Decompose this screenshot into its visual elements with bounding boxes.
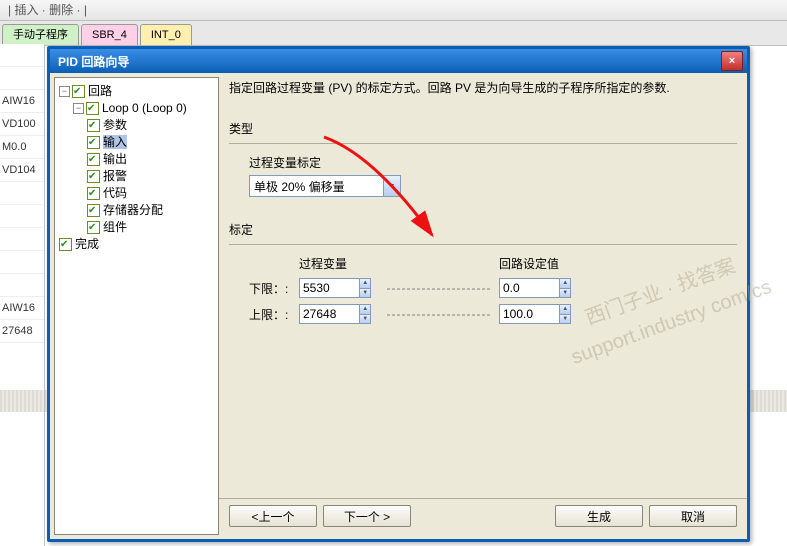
app-toolbar: | 插入 · 删除 · | — [0, 0, 787, 21]
tree-done[interactable]: 完成 — [59, 236, 214, 252]
col-sp: 回路设定值 — [499, 255, 579, 272]
tree-loop0[interactable]: −Loop 0 (Loop 0) 参数 输入 输出 报警 代码 存储器分配 组件 — [73, 100, 214, 235]
dash: --------------------- — [379, 281, 499, 295]
col-pv: 过程变量 — [299, 255, 379, 272]
tab-int0[interactable]: INT_0 — [140, 24, 192, 45]
tree-item-code[interactable]: 代码 — [87, 185, 214, 201]
tree-root-loop[interactable]: −回路 −Loop 0 (Loop 0) 参数 输入 输出 报警 代码 — [59, 83, 214, 235]
up-icon[interactable]: ▲ — [559, 279, 570, 288]
sp-low-spinner[interactable]: ▲▼ — [499, 278, 571, 298]
pv-high-spinner[interactable]: ▲▼ — [299, 304, 371, 324]
tree-item-alarm[interactable]: 报警 — [87, 168, 214, 184]
low-label: 下限：: — [249, 280, 299, 297]
dash: --------------------- — [379, 307, 499, 321]
down-icon[interactable]: ▼ — [559, 288, 570, 298]
tree-item-params[interactable]: 参数 — [87, 117, 214, 133]
down-icon[interactable]: ▼ — [559, 314, 570, 324]
high-label: 上限：: — [249, 306, 299, 323]
pv-scale-label: 过程变量标定 — [249, 154, 737, 171]
pv-scale-combo[interactable]: 单极 20% 偏移量 ▼ — [249, 175, 401, 197]
dialog-title: PID 回路向导 — [54, 53, 721, 70]
down-icon[interactable]: ▼ — [359, 288, 370, 298]
pv-high-input[interactable] — [300, 305, 359, 323]
up-icon[interactable]: ▲ — [359, 279, 370, 288]
cancel-button[interactable]: 取消 — [649, 505, 737, 527]
wizard-tree: −回路 −Loop 0 (Loop 0) 参数 输入 输出 报警 代码 — [59, 83, 214, 252]
pid-wizard-dialog: PID 回路向导 × −回路 −Loop 0 (Loop 0) 参数 输入 — [47, 46, 750, 542]
pv-low-input[interactable] — [300, 279, 359, 297]
tree-item-input[interactable]: 输入 — [87, 134, 214, 150]
down-icon[interactable]: ▼ — [359, 314, 370, 324]
wizard-tree-pane: −回路 −Loop 0 (Loop 0) 参数 输入 输出 报警 代码 — [54, 77, 219, 535]
tab-manual-sub[interactable]: 手动子程序 — [2, 24, 79, 45]
sp-low-input[interactable] — [500, 279, 559, 297]
section-scale-header: 标定 — [229, 221, 737, 238]
next-button[interactable]: 下一个 > — [323, 505, 411, 527]
sp-high-input[interactable] — [500, 305, 559, 323]
tree-item-component[interactable]: 组件 — [87, 219, 214, 235]
tree-item-memory[interactable]: 存储器分配 — [87, 202, 214, 218]
tab-sbr4[interactable]: SBR_4 — [81, 24, 138, 45]
pv-low-spinner[interactable]: ▲▼ — [299, 278, 371, 298]
chevron-down-icon: ▼ — [383, 176, 400, 196]
description-text: 指定回路过程变量 (PV) 的标定方式。回路 PV 是为向导生成的子程序所指定的… — [229, 79, 737, 96]
dialog-titlebar: PID 回路向导 × — [50, 49, 747, 73]
up-icon[interactable]: ▲ — [359, 305, 370, 314]
up-icon[interactable]: ▲ — [559, 305, 570, 314]
wizard-detail-pane: 指定回路过程变量 (PV) 的标定方式。回路 PV 是为向导生成的子程序所指定的… — [219, 73, 747, 539]
sp-high-spinner[interactable]: ▲▼ — [499, 304, 571, 324]
wizard-button-bar: <上一个 下一个 > 生成 取消 — [219, 498, 747, 533]
toolbar-text: | 插入 · 删除 · | — [8, 1, 87, 18]
close-button[interactable]: × — [721, 51, 743, 71]
section-type-header: 类型 — [229, 120, 737, 137]
editor-tabstrip: 手动子程序 SBR_4 INT_0 — [0, 21, 787, 46]
pv-scale-value: 单极 20% 偏移量 — [250, 178, 383, 195]
tree-item-output[interactable]: 输出 — [87, 151, 214, 167]
prev-button[interactable]: <上一个 — [229, 505, 317, 527]
ladder-gutter: AIW16VD100 M0.0VD104 AIW16 27648 — [0, 44, 45, 546]
generate-button[interactable]: 生成 — [555, 505, 643, 527]
